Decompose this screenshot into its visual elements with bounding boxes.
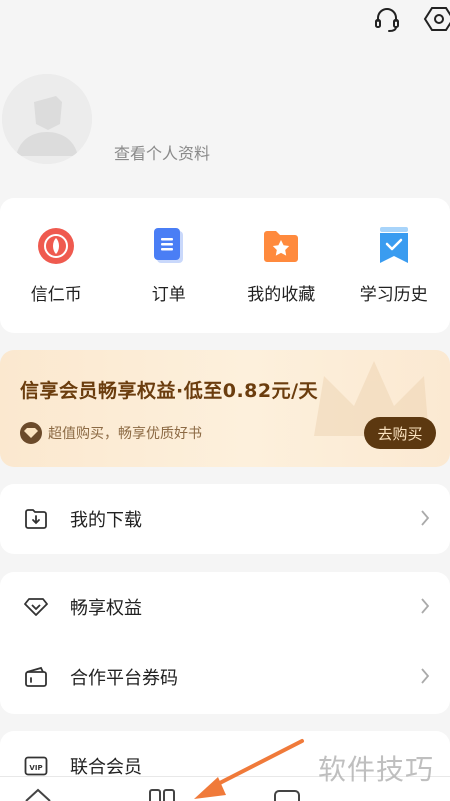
avatar[interactable]	[2, 74, 92, 164]
watermark: 软件技巧	[318, 753, 435, 786]
quick-actions-card: 信仁币 订单 我的收藏 学习历史	[0, 198, 450, 333]
history-bookmark-icon	[374, 226, 414, 266]
svg-text:VIP: VIP	[29, 764, 42, 772]
diamond-icon	[20, 422, 42, 444]
quick-item-label: 订单	[151, 285, 186, 305]
vip-subtitle: 超值购买，畅享优质好书	[48, 426, 202, 442]
view-profile-link[interactable]: 查看个人资料	[114, 140, 210, 164]
vip-card-icon: VIP	[24, 754, 48, 778]
menu-item-label: 我的下载	[70, 510, 142, 531]
vip-banner[interactable]: 信享会员畅享权益·低至0.82元/天 超值购买，畅享优质好书 去购买	[0, 350, 450, 467]
favorites-folder-icon	[261, 226, 301, 266]
tab-library-icon[interactable]	[148, 787, 176, 801]
annotation-arrow-icon	[180, 735, 310, 801]
downloads-card: 我的下载	[0, 484, 450, 554]
tab-home-icon[interactable]	[24, 787, 52, 801]
menu-item-partner-code[interactable]: 合作平台券码	[0, 642, 450, 712]
download-folder-icon	[24, 507, 48, 531]
quick-item-favorites[interactable]: 我的收藏	[225, 198, 338, 333]
coin-icon	[36, 226, 76, 266]
chevron-right-icon	[420, 667, 430, 689]
menu-item-benefits[interactable]: 畅享权益	[0, 572, 450, 642]
coupon-wallet-icon	[24, 665, 48, 689]
profile-section[interactable]: 查看个人资料	[0, 72, 450, 172]
order-doc-icon	[149, 226, 189, 266]
settings-hex-icon[interactable]	[422, 2, 450, 36]
headset-icon[interactable]	[370, 2, 404, 36]
benefits-card: 畅享权益 合作平台券码	[0, 572, 450, 714]
quick-item-history[interactable]: 学习历史	[338, 198, 450, 333]
buy-button[interactable]: 去购买	[364, 417, 436, 449]
quick-item-label: 信仁币	[30, 285, 82, 305]
menu-item-downloads[interactable]: 我的下载	[0, 484, 450, 554]
vip-title: 信享会员畅享权益·低至0.82元/天	[20, 380, 319, 402]
chevron-right-icon	[420, 509, 430, 531]
chevron-right-icon	[420, 597, 430, 619]
quick-item-label: 我的收藏	[247, 285, 316, 305]
quick-item-coins[interactable]: 信仁币	[0, 198, 113, 333]
menu-item-label: 合作平台券码	[70, 668, 178, 689]
quick-item-orders[interactable]: 订单	[113, 198, 226, 333]
diamond-outline-icon	[24, 595, 48, 619]
vip-subtitle-row: 超值购买，畅享优质好书	[20, 422, 202, 444]
top-bar	[0, 0, 450, 44]
menu-item-label: 畅享权益	[70, 598, 142, 619]
quick-item-label: 学习历史	[359, 285, 428, 305]
